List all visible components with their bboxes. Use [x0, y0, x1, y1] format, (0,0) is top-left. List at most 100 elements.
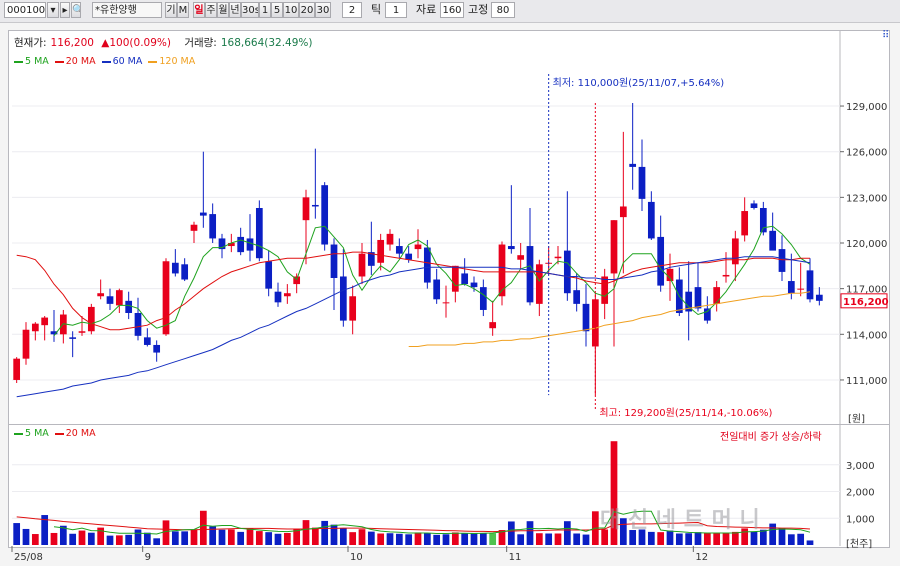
candle-body	[134, 313, 142, 336]
volume-bar	[414, 532, 422, 545]
candle-body	[647, 201, 655, 239]
candle-body	[815, 294, 823, 301]
volume-bar	[265, 532, 273, 545]
volume-bar	[470, 532, 478, 545]
volume-bar	[713, 532, 721, 545]
volume-bar	[13, 523, 21, 545]
volume-bar	[377, 533, 385, 545]
candle-body	[601, 276, 609, 304]
candle-body	[87, 306, 95, 332]
volume-bar	[769, 523, 777, 545]
volume-bar	[50, 532, 58, 545]
volume-bar	[750, 531, 758, 545]
volume-bar	[806, 540, 814, 545]
candle-body	[190, 224, 198, 231]
candle-body	[750, 203, 758, 208]
candle-body	[517, 255, 525, 260]
volume-bar	[134, 529, 142, 545]
candle-body	[507, 246, 515, 250]
volume-bar	[302, 520, 310, 545]
volume-bar	[517, 534, 525, 545]
candle-body	[69, 337, 77, 339]
candle-body	[395, 246, 403, 254]
volume-bar	[69, 533, 77, 545]
volume-bar	[31, 534, 39, 545]
candle-body	[13, 358, 21, 380]
volume-bar	[171, 531, 179, 545]
price-tick-label: 114,000	[846, 330, 887, 341]
price-tick-label: 129,000	[846, 102, 887, 113]
candle-body	[125, 300, 133, 313]
volume-bar	[489, 533, 497, 545]
volume-bar	[507, 521, 515, 545]
candle-body	[563, 250, 571, 294]
candle-body	[657, 236, 665, 286]
volume-bar	[722, 532, 730, 545]
candle-body	[423, 247, 431, 283]
volume-bar	[283, 532, 291, 545]
x-tick-label: 10	[350, 552, 363, 563]
volume-bar	[274, 533, 282, 545]
volume-bar	[535, 533, 543, 545]
volume-bar	[582, 534, 590, 545]
candle-body	[470, 282, 478, 288]
volume-tick-label: 1,000	[846, 514, 875, 525]
volume-bar	[87, 532, 95, 545]
x-tick-label: 25/08	[14, 552, 43, 563]
candle-body	[489, 322, 497, 329]
volume-bar	[479, 533, 487, 545]
candle-body	[31, 323, 39, 332]
candle-body	[713, 287, 721, 304]
volume-bar	[246, 528, 254, 545]
volume-tick-label: 3,000	[846, 461, 875, 472]
x-tick-label: 9	[145, 552, 151, 563]
low-annotation-label: 최저: 110,000원(25/11/07,+5.64%)	[553, 77, 725, 89]
volume-bar	[657, 532, 665, 545]
volume-bar	[759, 529, 767, 545]
candle-body	[582, 303, 590, 332]
candle-body	[78, 331, 86, 333]
candle-body	[619, 206, 627, 218]
volume-bar	[647, 531, 655, 545]
volume-bar	[181, 531, 189, 545]
volume-bar	[685, 533, 693, 545]
volume-bar	[78, 530, 86, 545]
candle-body	[162, 261, 170, 335]
volume-bar	[787, 534, 795, 545]
candle-body	[479, 287, 487, 310]
volume-bar	[423, 532, 431, 545]
candle-body	[731, 238, 739, 265]
volume-bar	[554, 533, 562, 545]
volume-bar	[778, 528, 786, 545]
x-tick-label: 12	[695, 552, 708, 563]
price-tick-label: 126,000	[846, 148, 887, 159]
candle-body	[741, 211, 749, 236]
volume-bar	[218, 529, 226, 545]
price-volume-chart: 111,000114,000117,000120,000123,000126,0…	[11, 30, 889, 563]
candle-body	[442, 302, 450, 304]
volume-bar	[694, 532, 702, 545]
volume-bar	[153, 538, 161, 545]
volume-bar	[125, 534, 133, 545]
volume-bar	[22, 528, 30, 545]
candle-body	[349, 296, 357, 321]
candle-body	[610, 220, 618, 274]
candle-body	[797, 288, 805, 290]
candle-body	[311, 204, 319, 207]
candle-body	[451, 265, 459, 292]
candle-body	[461, 273, 469, 285]
candle-body	[778, 249, 786, 272]
volume-bar	[545, 533, 553, 545]
price-tick-label: 120,000	[846, 239, 887, 250]
volume-bar	[143, 532, 151, 545]
candle-body	[638, 166, 646, 199]
volume-bar	[237, 531, 245, 545]
candle-body	[255, 208, 263, 259]
candle-body	[339, 276, 347, 321]
candle-body	[209, 214, 217, 239]
candle-body	[181, 264, 189, 280]
volume-bar	[442, 534, 450, 545]
candle-body	[358, 253, 366, 277]
volume-bar	[199, 510, 207, 545]
candle-body	[666, 268, 674, 282]
